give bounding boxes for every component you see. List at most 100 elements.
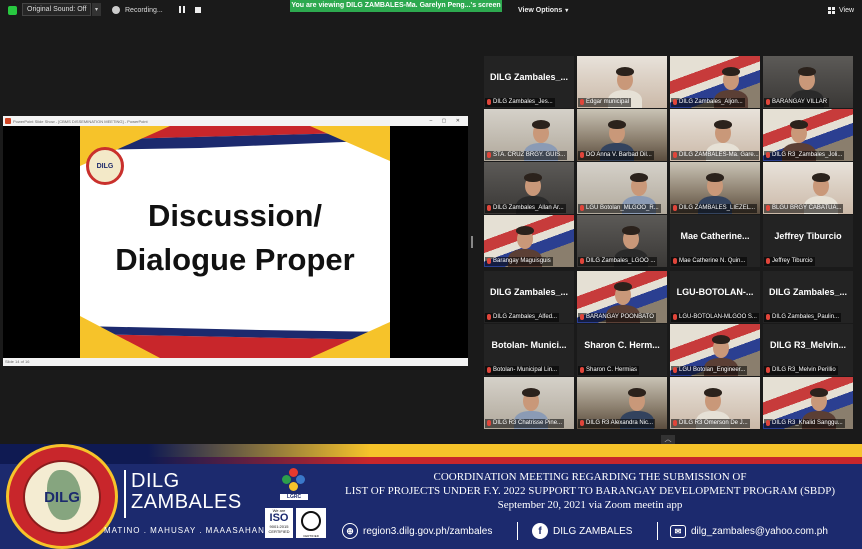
participant-label: DILG Zambales_Paulin... xyxy=(764,313,842,322)
participant-tile[interactable]: DILG R3 Omerson De J... xyxy=(670,377,760,429)
pause-recording-icon[interactable] xyxy=(178,5,187,15)
view-button[interactable]: View xyxy=(828,3,854,17)
participant-display-name: LGU-BOTOLAN-... xyxy=(676,287,754,297)
person-hair xyxy=(522,388,540,397)
person-hair xyxy=(790,120,808,129)
lgrc-logo: LGRC xyxy=(280,468,308,502)
participant-tile[interactable]: DILG R3 Chatrisse Pine... xyxy=(484,377,574,429)
muted-mic-icon xyxy=(673,420,677,426)
muted-mic-icon xyxy=(766,205,770,211)
contact-divider-1 xyxy=(517,522,518,540)
collapse-gallery-icon[interactable]: ︿ xyxy=(661,435,675,444)
person-hair xyxy=(722,67,740,76)
muted-mic-icon xyxy=(580,420,584,426)
person-hair xyxy=(616,67,634,76)
cloud-record-icon xyxy=(112,6,120,14)
muted-mic-icon xyxy=(673,258,677,264)
participant-label-text: Mae Catherine N. Quin... xyxy=(679,258,746,264)
muted-mic-icon xyxy=(580,367,584,373)
participant-tile[interactable]: DILG Zambales_Allan Ar... xyxy=(484,162,574,214)
participant-tile[interactable]: Jeffrey Tiburcio Jeffrey Tiburcio xyxy=(763,215,853,267)
participant-label: Jeffrey Tiburcio xyxy=(764,257,815,266)
slide-status-bar: Slide 14 of 16 xyxy=(3,358,468,366)
participant-tile[interactable]: BLGU BRGY CABATUA... xyxy=(763,162,853,214)
participant-label: DILG R3_Zambales_Joli... xyxy=(764,151,845,160)
facebook-text: DILG ZAMBALES xyxy=(553,525,633,537)
participant-tile[interactable]: Sharon C. Herm... Sharon C. Hermias xyxy=(577,324,667,376)
participant-label: STA. CRUZ BRGY. GUIS... xyxy=(485,151,568,160)
view-options-label: View Options xyxy=(518,6,563,14)
participant-tile[interactable]: DILG R3_Melvin... DILG R3_Melvin Perillio xyxy=(763,324,853,376)
participant-tile[interactable]: DILG ZAMBALES-Ma. Gare... xyxy=(670,109,760,161)
participant-tile[interactable]: Edgar municipal xyxy=(577,56,667,108)
participant-label-text: Botolan- Municipal Lin... xyxy=(493,367,558,373)
participant-tile[interactable]: DILG Zambales_... DILG Zambales_Jes... xyxy=(484,56,574,108)
stop-recording-icon[interactable] xyxy=(195,7,201,13)
muted-mic-icon xyxy=(487,152,491,158)
participant-label-text: DILG R3_Khalid Sanggu... xyxy=(772,420,843,426)
certification-seal-icon: CERTIFIED xyxy=(296,508,326,538)
muted-mic-icon xyxy=(487,205,491,211)
participant-tile[interactable]: LGU-BOTOLAN-... LGU-BOTOLAN-MLGOO S... xyxy=(670,271,760,323)
iso-bot: 9001:2015 CERTIFIED xyxy=(268,524,290,534)
participant-tile[interactable]: DILG R3_Zambales_Joli... xyxy=(763,109,853,161)
participant-tile[interactable]: DILG Zambales_Aljon... xyxy=(670,56,760,108)
participant-tile[interactable]: DILG Zambales_LGOO ... xyxy=(577,215,667,267)
participant-tile[interactable]: Mae Catherine... Mae Catherine N. Quin... xyxy=(670,215,760,267)
participant-tile[interactable]: DO Anna V. Barbad Dil... xyxy=(577,109,667,161)
email-contact: ✉ dilg_zambales@yahoo.com.ph xyxy=(670,522,828,540)
facebook-icon: f xyxy=(532,523,548,539)
meeting-title: COORDINATION MEETING REGARDING THE SUBMI… xyxy=(340,470,840,512)
participant-tile[interactable]: DILG Zambales_... DILG Zambales_Alfed... xyxy=(484,271,574,323)
person-hair xyxy=(712,335,730,344)
view-options-button[interactable]: View Options ▾ xyxy=(518,3,568,17)
participant-label-text: DILG Zambales_Paulin... xyxy=(772,314,840,320)
participant-tile[interactable]: Barangay Maguisguis xyxy=(484,215,574,267)
person-hair xyxy=(812,173,830,182)
facebook-contact: f DILG ZAMBALES xyxy=(532,522,632,540)
participant-label: DILG R3_Khalid Sanggu... xyxy=(764,419,845,428)
participant-tile[interactable]: DILG ZAMBALES_LIEZEL... xyxy=(670,162,760,214)
slide-heading-line1: Discussion/ xyxy=(148,198,322,233)
recording-indicator: Recording... xyxy=(112,3,163,17)
muted-mic-icon xyxy=(580,99,584,105)
person-hair xyxy=(524,173,542,182)
participant-tile[interactable]: LGU Botolan_Engineer... xyxy=(670,324,760,376)
participant-display-name: Mae Catherine... xyxy=(680,231,750,241)
participant-display-name: DILG Zambales_... xyxy=(489,72,569,82)
muted-mic-icon xyxy=(766,367,770,373)
participant-label: BARANGAY VILLAR xyxy=(764,98,830,107)
globe-icon: ⊕ xyxy=(342,523,358,539)
participant-label-text: DILG R3_Zambales_Joli... xyxy=(772,152,843,158)
participant-label-text: DILG R3 Alexandra Nic... xyxy=(586,420,654,426)
motto: MATINO . MAHUSAY . MAAASAHAN xyxy=(104,526,265,535)
security-shield-icon[interactable] xyxy=(8,3,21,17)
original-sound-button[interactable]: Original Sound: Off xyxy=(22,3,92,16)
muted-mic-icon xyxy=(766,420,770,426)
participant-tile[interactable]: DILG R3 Alexandra Nic... xyxy=(577,377,667,429)
participant-tile[interactable]: DILG R3_Khalid Sanggu... xyxy=(763,377,853,429)
participant-display-name: Jeffrey Tiburcio xyxy=(774,231,842,241)
participant-label-text: LGU Botolan_MLGOO_R... xyxy=(586,205,659,211)
participant-tile[interactable]: LGU Botolan_MLGOO_R... xyxy=(577,162,667,214)
muted-mic-icon xyxy=(673,367,677,373)
participant-label: Sharon C. Hermias xyxy=(578,366,640,375)
participant-label: DILG Zambales_Jes... xyxy=(485,98,555,107)
participant-tile[interactable]: DILG Zambales_... DILG Zambales_Paulin... xyxy=(763,271,853,323)
participant-label-text: DO Anna V. Barbad Dil... xyxy=(586,152,652,158)
participant-label: LGU Botolan_MLGOO_R... xyxy=(578,204,661,213)
website-text: region3.dilg.gov.ph/zambales xyxy=(363,525,493,537)
participant-tile[interactable]: Botolan- Munici... Botolan- Municipal Lin… xyxy=(484,324,574,376)
participant-label: Botolan- Municipal Lin... xyxy=(485,366,560,375)
original-sound-caret-icon[interactable]: ▾ xyxy=(92,3,101,16)
shared-screen[interactable]: PowerPoint Slide Show - [CBMS DISSEMINAT… xyxy=(3,116,468,366)
person-hair xyxy=(798,67,816,76)
participant-label-text: Edgar municipal xyxy=(586,99,630,105)
splitter-handle[interactable] xyxy=(471,236,473,248)
participant-tile[interactable]: BARANGAY POONBATO xyxy=(577,271,667,323)
participant-tile[interactable]: BARANGAY VILLAR xyxy=(763,56,853,108)
slide-heading: Discussion/ Dialogue Proper xyxy=(80,194,390,282)
participant-label: LGU Botolan_Engineer... xyxy=(671,366,748,375)
participant-label: DILG ZAMBALES-Ma. Gare... xyxy=(671,151,759,160)
participant-tile[interactable]: STA. CRUZ BRGY. GUIS... xyxy=(484,109,574,161)
